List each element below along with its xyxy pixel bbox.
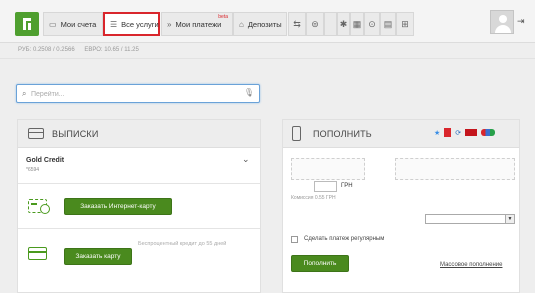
apple-icon[interactable] — [324, 12, 337, 36]
nav-my-accounts[interactable]: ▭ Мои счета — [43, 12, 103, 36]
payment-methods: ★ ⟳ — [434, 128, 499, 137]
multi-card-icon[interactable] — [481, 129, 496, 136]
rate-rub: РУБ: 0.2508 / 0.2566 — [18, 47, 75, 53]
beta-badge: beta — [218, 14, 228, 20]
currency-label: ГРН — [341, 183, 353, 189]
order-card-button[interactable]: Заказать карту — [64, 248, 132, 265]
android-icon[interactable]: ✱ — [337, 12, 350, 36]
transfer-icon[interactable]: ⇆ — [288, 12, 306, 36]
promo-text: Беспроцентный кредит до 55 дней — [138, 241, 227, 247]
card-name[interactable]: Gold Credit — [26, 157, 64, 164]
topup-title: ПОПОЛНИТЬ — [313, 128, 372, 139]
divider — [0, 58, 535, 59]
commission-text: Комиссия 0.55 ГРН — [291, 195, 336, 201]
nav-deposits-label: Депозиты — [247, 19, 282, 29]
star-icon[interactable]: ★ — [434, 129, 440, 137]
user-avatar[interactable] — [490, 10, 514, 34]
recurring-checkbox[interactable] — [291, 236, 298, 243]
amount-input[interactable] — [314, 181, 337, 192]
card-icon — [28, 128, 44, 139]
card-select[interactable]: ▼ — [425, 214, 515, 224]
to-card-field[interactable] — [395, 158, 515, 180]
statements-title: ВЫПИСКИ — [52, 128, 99, 139]
phone-icon — [292, 126, 301, 141]
archive-icon[interactable]: ▤ — [380, 12, 396, 36]
divider — [18, 183, 260, 184]
search-box[interactable]: ⌕ 🎙 — [16, 84, 260, 103]
nav-all-services-label: Все услуги — [121, 19, 159, 29]
avatar-head — [499, 15, 507, 23]
logout-icon[interactable]: ⇥ — [517, 16, 525, 27]
statements-header: ВЫПИСКИ — [18, 120, 260, 148]
recurring-label: Сделать платеж регулярным — [304, 236, 385, 242]
chevron-down-icon: ▼ — [505, 215, 514, 223]
card-number: *6594 — [26, 167, 40, 173]
deposit-icon: ⌂ — [239, 19, 244, 29]
topup-submit-button[interactable]: Пополнить — [291, 255, 349, 272]
bank-logo-icon[interactable] — [465, 129, 478, 136]
divider — [18, 228, 260, 229]
avatar-body — [495, 25, 511, 33]
from-card-field[interactable] — [291, 158, 365, 180]
windows-icon[interactable]: ▦ — [350, 12, 364, 36]
top-navigation-bar: ▭ Мои счета ☰ Все услуги » Мои платежи b… — [0, 0, 535, 43]
search-input[interactable] — [31, 88, 251, 100]
topup-panel: ПОПОЛНИТЬ ★ ⟳ ГРН Комиссия 0.55 ГРН ▼ Сд… — [282, 119, 520, 293]
globe-icon — [40, 204, 50, 214]
card-red-icon[interactable] — [444, 128, 452, 137]
nav-all-services[interactable]: ☰ Все услуги — [103, 12, 160, 36]
rate-eur: ЕВРО: 10.65 / 11.25 — [84, 47, 139, 53]
nav-deposits[interactable]: ⌂ Депозиты — [233, 12, 287, 36]
accounts-icon: ▭ — [49, 19, 57, 29]
microphone-icon[interactable]: 🎙 — [244, 88, 254, 97]
credit-card-icon — [28, 247, 47, 260]
search-icon: ⌕ — [22, 89, 27, 98]
exchange-rates: РУБ: 0.2508 / 0.2566 ЕВРО: 10.65 / 11.25 — [18, 47, 147, 53]
nav-my-payments[interactable]: » Мои платежи beta — [161, 12, 233, 36]
currency-exchange-icon[interactable]: ⊜ — [306, 12, 324, 36]
sync-icon[interactable]: ⟳ — [455, 129, 461, 137]
order-internet-card-button[interactable]: Заказать Интернет-карту — [64, 198, 172, 215]
logo-mark-icon — [23, 18, 31, 30]
payments-icon: » — [167, 19, 172, 29]
mass-topup-link[interactable]: Массовое пополнение — [440, 262, 502, 268]
help-icon[interactable]: ⊙ — [364, 12, 380, 36]
nav-my-payments-label: Мои платежи — [175, 19, 222, 29]
chevron-down-icon[interactable]: ⌄ — [242, 154, 250, 165]
cart-icon[interactable]: ⊞ — [396, 12, 414, 36]
privatbank-logo[interactable] — [15, 12, 39, 36]
menu-icon: ☰ — [110, 19, 118, 29]
nav-my-accounts-label: Мои счета — [60, 19, 97, 29]
statements-panel: ВЫПИСКИ Gold Credit *6594 ⌄ Заказать Инт… — [17, 119, 261, 293]
